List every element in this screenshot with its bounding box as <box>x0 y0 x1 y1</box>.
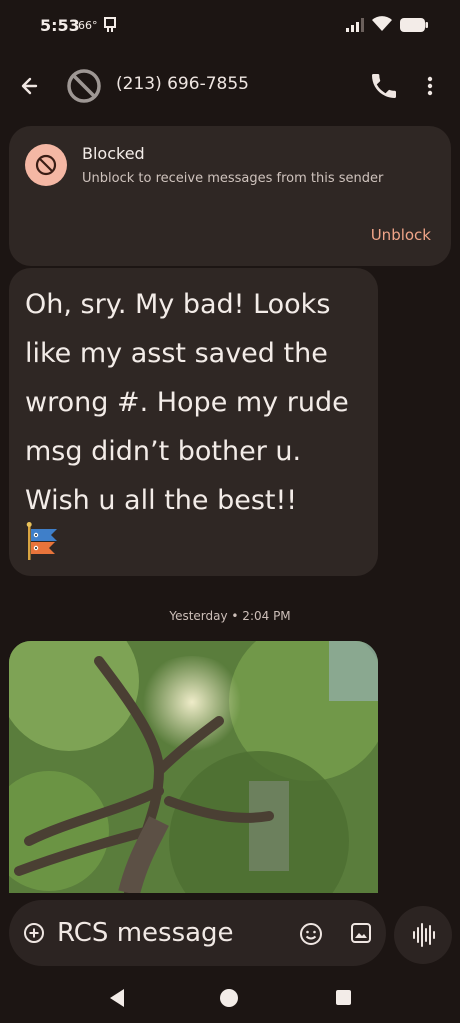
blocked-avatar-icon[interactable] <box>64 66 104 106</box>
signal-icon <box>346 17 364 36</box>
emoji-icon[interactable] <box>299 922 323 946</box>
back-button[interactable] <box>14 70 46 102</box>
unblock-button[interactable]: Unblock <box>371 226 431 244</box>
blocked-title: Blocked <box>82 144 145 163</box>
carp-streamer-emoji <box>25 522 65 566</box>
blocked-banner: Blocked Unblock to receive messages from… <box>9 126 451 266</box>
status-temperature: 66° <box>78 19 98 32</box>
message-timestamp: Yesterday • 2:04 PM <box>169 609 291 623</box>
status-time: 5:53 <box>40 16 80 35</box>
message-text: Oh, sry. My bad! Looks like my asst save… <box>25 289 349 516</box>
notification-icon <box>102 17 118 37</box>
phone-icon[interactable] <box>368 70 400 102</box>
status-bar: 5:53 66° <box>0 0 460 52</box>
voice-waveform-icon[interactable] <box>394 906 452 964</box>
incoming-message-bubble[interactable]: Oh, sry. My bad! Looks like my asst save… <box>9 268 378 576</box>
blocked-description: Unblock to receive messages from this se… <box>82 171 384 186</box>
conversation-header: (213) 696-7855 <box>0 58 460 114</box>
battery-icon <box>400 17 428 36</box>
message-composer <box>9 900 386 966</box>
rcs-message-input[interactable] <box>57 914 287 952</box>
add-icon[interactable] <box>23 922 45 944</box>
contact-name[interactable]: (213) 696-7855 <box>116 74 249 94</box>
status-indicators <box>346 16 428 36</box>
more-vert-icon[interactable] <box>418 70 442 102</box>
system-navigation-bar <box>0 972 460 1023</box>
wifi-icon <box>372 16 392 36</box>
block-icon <box>25 144 67 186</box>
nav-home-icon[interactable] <box>220 989 238 1007</box>
nav-recents-icon[interactable] <box>336 990 351 1005</box>
nav-back-icon[interactable] <box>108 988 126 1012</box>
gallery-icon[interactable] <box>350 922 372 944</box>
photo-message[interactable] <box>9 641 378 893</box>
